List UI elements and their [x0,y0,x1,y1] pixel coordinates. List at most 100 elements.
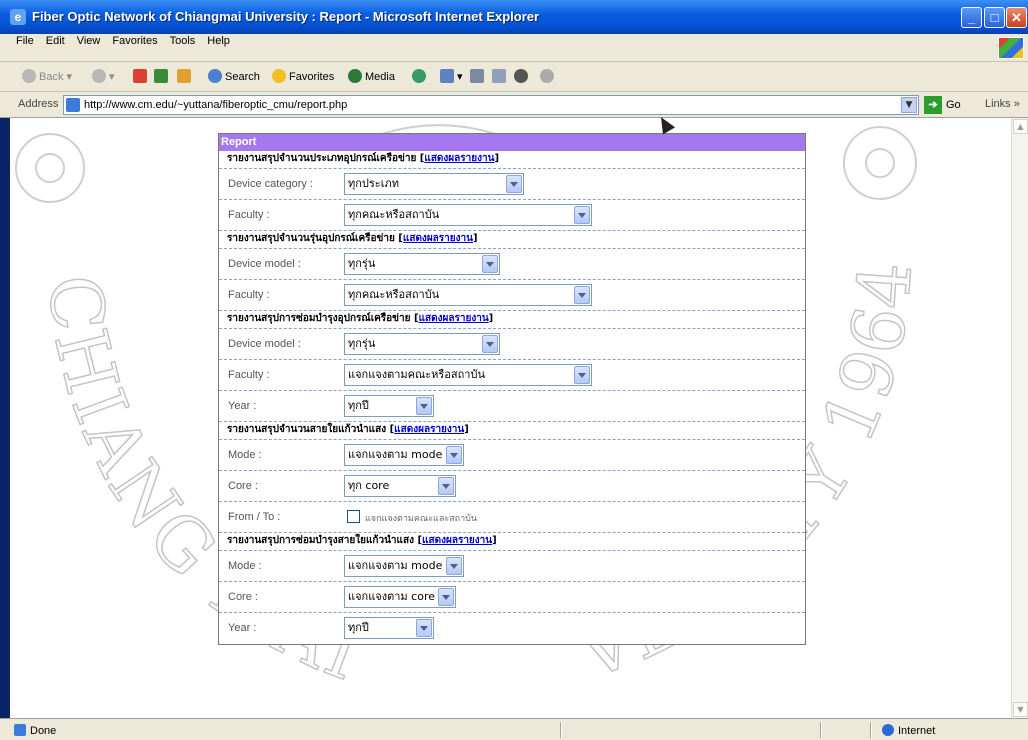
menu-bar: File Edit View Favorites Tools Help [0,34,1028,62]
research-icon [540,69,554,83]
show-report-link[interactable]: แสดงผลรายงาน [403,233,473,244]
form-row: Device model : ทุกรุ่น [219,329,805,360]
form-row: Core : แจกแจงตาม core [219,582,805,613]
report-panel: Report รายงานสรุปจำนวนประเภทอุปกรณ์เครือ… [218,133,806,645]
vertical-scrollbar[interactable]: ▲ ▼ [1011,118,1028,718]
dropdown-arrow-icon [446,446,462,464]
show-report-link[interactable]: แสดงผลรายงาน [424,153,494,164]
dropdown-arrow-icon [574,206,590,224]
form-row: Device category : ทุกประเภท [219,169,805,200]
search-button[interactable]: Search [208,68,260,86]
mail-button[interactable]: ▾ [440,68,463,86]
print-button[interactable] [470,68,487,86]
menu-file[interactable]: File [10,35,40,47]
home-icon [177,69,191,83]
year-select[interactable]: ทุกปี [344,617,434,639]
form-row: Year : ทุกปี [219,391,805,422]
menu-view[interactable]: View [71,35,107,47]
show-report-link[interactable]: แสดงผลรายงาน [394,424,464,435]
star-icon [272,69,286,83]
window-left-edge [0,118,10,718]
form-row: Mode : แจกแจงตาม mode [219,551,805,582]
mode-select[interactable]: แจกแจงตาม mode [344,444,464,466]
minimize-button[interactable]: _ [961,7,982,28]
media-button[interactable]: Media [348,68,395,86]
messenger-button[interactable] [514,68,531,86]
form-row: Device model : ทุกรุ่น [219,249,805,280]
refresh-button[interactable] [154,68,171,86]
title-bar: e Fiber Optic Network of Chiangmai Unive… [0,0,1028,34]
address-input[interactable]: http://www.cm.edu/~yuttana/fiberoptic_cm… [63,95,919,115]
edit-button[interactable] [492,68,509,86]
toolbar: Back ▾ ▾ Search Favorites Media ▾ [0,62,1028,92]
form-row: Faculty : ทุกคณะหรือสถาบัน [219,280,805,311]
page-content: CHIANG MAI VERSITY 1964 Report รายงานสรุ… [10,118,1011,718]
field-label: Faculty : [228,289,270,301]
field-label: Year : [228,622,257,634]
core-select[interactable]: ทุก core [344,475,456,497]
links-button[interactable]: Links » [985,98,1020,110]
faculty-select[interactable]: แจกแจงตามคณะหรือสถาบัน [344,364,592,386]
search-icon [208,69,222,83]
home-button[interactable] [177,68,194,86]
menu-help[interactable]: Help [201,35,236,47]
back-arrow-icon [22,69,36,83]
report-header: Report [219,134,805,151]
from-to-checkbox[interactable] [347,510,360,523]
section-title: รายงานสรุปจำนวนประเภทอุปกรณ์เครือข่าย [แ… [219,151,805,169]
dropdown-arrow-icon [416,619,432,637]
form-row: Faculty : แจกแจงตามคณะหรือสถาบัน [219,360,805,391]
dropdown-arrow-icon [438,477,454,495]
go-arrow-icon: ➔ [924,96,942,114]
form-row: From / To : แจกแจงตามคณะและสถาบัน [219,502,805,533]
section-title: รายงานสรุปจำนวนรุ่นอุปกรณ์เครือข่าย [แสด… [219,231,805,249]
page-icon [66,98,80,112]
show-report-link[interactable]: แสดงผลรายงาน [422,535,492,546]
status-separator [820,722,822,738]
device-category-select[interactable]: ทุกประเภท [344,173,524,195]
menu-edit[interactable]: Edit [40,35,71,47]
dropdown-arrow-icon [482,335,498,353]
form-row: Mode : แจกแจงตาม mode [219,440,805,471]
year-select[interactable]: ทุกปี [344,395,434,417]
section-title: รายงานสรุปการซ่อมบำรุงอุปกรณ์เครือข่าย [… [219,311,805,329]
forward-button[interactable]: ▾ [92,68,115,86]
field-label: Device model : [228,258,301,270]
history-button[interactable] [412,68,429,86]
device-model-select[interactable]: ทุกรุ่น [344,333,500,355]
dropdown-arrow-icon [446,557,462,575]
menu-tools[interactable]: Tools [164,35,202,47]
back-button[interactable]: Back ▾ [22,68,72,86]
scroll-down-icon[interactable]: ▼ [1013,702,1028,717]
mode-select[interactable]: แจกแจงตาม mode [344,555,464,577]
show-report-link[interactable]: แสดงผลรายงาน [419,313,489,324]
research-button[interactable] [540,68,557,86]
stop-button[interactable] [133,68,150,86]
close-button[interactable]: ✕ [1006,7,1027,28]
maximize-button[interactable]: □ [984,7,1005,28]
device-model-select[interactable]: ทุกรุ่น [344,253,500,275]
messenger-icon [514,69,528,83]
field-label: Year : [228,400,257,412]
faculty-select[interactable]: ทุกคณะหรือสถาบัน [344,284,592,306]
dropdown-arrow-icon [574,286,590,304]
field-label: Device category : [228,178,313,190]
address-dropdown-button[interactable]: ▼ [901,97,917,113]
globe-icon [882,724,894,736]
favorites-button[interactable]: Favorites [272,68,334,86]
scroll-up-icon[interactable]: ▲ [1013,119,1028,134]
address-bar: Address http://www.cm.edu/~yuttana/fiber… [0,92,1028,118]
field-label: Mode : [228,560,262,572]
page-done-icon [14,724,26,736]
status-separator [870,722,872,738]
go-button[interactable]: ➔ Go [924,96,961,114]
windows-logo-icon [998,37,1024,59]
form-row: Faculty : ทุกคณะหรือสถาบัน [219,200,805,231]
media-icon [348,69,362,83]
menu-favorites[interactable]: Favorites [106,35,163,47]
security-zone: Internet [882,724,935,737]
edit-icon [492,69,506,83]
faculty-select[interactable]: ทุกคณะหรือสถาบัน [344,204,592,226]
section-title: รายงานสรุปจำนวนสายใยแก้วนำแสง [แสดงผลราย… [219,422,805,440]
core-select[interactable]: แจกแจงตาม core [344,586,456,608]
